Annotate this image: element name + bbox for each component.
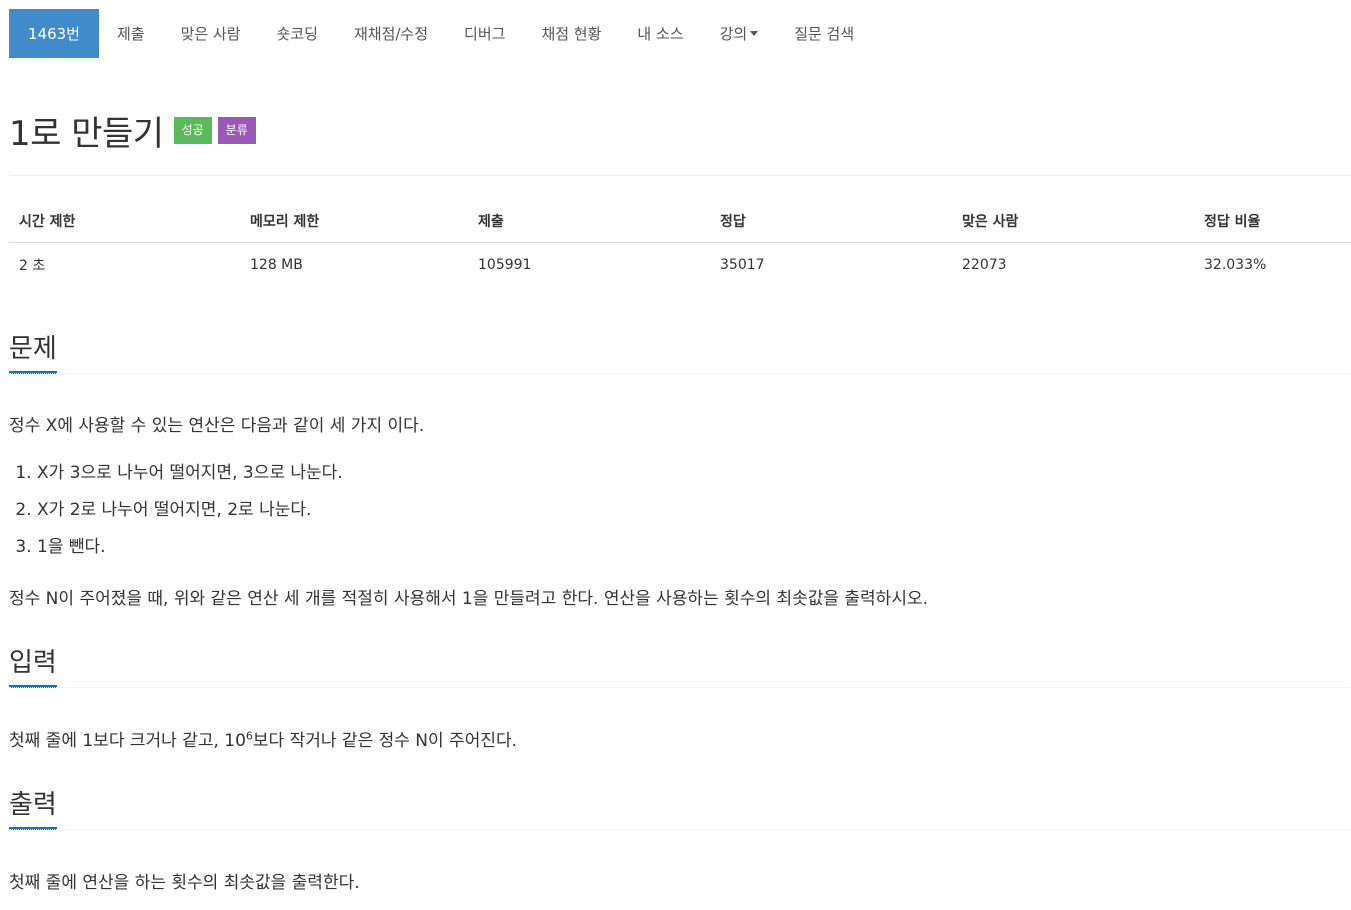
status-badge-success: 성공 — [173, 117, 212, 144]
problem-nav: 1463번 제출 맞은 사람 숏코딩 재채점/수정 디버그 채점 현황 내 소스… — [9, 9, 872, 58]
section-title-output: 출력 — [9, 784, 57, 830]
list-item: X가 3으로 나누어 떨어지면, 3으로 나눈다. — [37, 460, 343, 497]
tab-accepted-users[interactable]: 맞은 사람 — [163, 9, 259, 58]
header-submissions: 제출 — [468, 199, 710, 243]
caret-down-icon — [750, 31, 759, 36]
description-intro: 정수 X에 사용할 수 있는 연산은 다음과 같이 세 가지 이다. — [9, 416, 425, 436]
header-memory-limit: 메모리 제한 — [240, 199, 468, 243]
list-item: 1을 뺀다. — [37, 534, 343, 571]
value-ratio: 32.033% — [1204, 257, 1267, 273]
value-accepted: 35017 — [720, 257, 765, 273]
value-submissions: 105991 — [478, 257, 532, 273]
header-ratio: 정답 비율 — [1194, 199, 1351, 243]
tab-problem[interactable]: 1463번 — [9, 9, 99, 58]
section-output: 출력 — [9, 784, 1351, 830]
tab-debug[interactable]: 디버그 — [446, 9, 523, 58]
input-text-before: 첫째 줄에 1보다 크거나 같고, 10 — [9, 731, 246, 751]
tab-submit[interactable]: 제출 — [99, 9, 163, 58]
section-input: 입력 — [9, 642, 1351, 688]
section-description: 문제 — [9, 328, 1351, 374]
tab-short-coding[interactable]: 숏코딩 — [259, 9, 336, 58]
category-badge[interactable]: 분류 — [217, 117, 256, 144]
section-divider — [9, 829, 1351, 831]
header-accepted: 정답 — [710, 199, 952, 243]
divider — [9, 175, 1351, 176]
output-description: 첫째 줄에 연산을 하는 횟수의 최솟값을 출력한다. — [9, 873, 360, 893]
value-time-limit: 2 초 — [19, 258, 46, 274]
value-solvers: 22073 — [962, 257, 1007, 273]
section-title-input: 입력 — [9, 642, 57, 688]
input-exponent: 6 — [245, 729, 253, 743]
tab-question-search[interactable]: 질문 검색 — [776, 9, 872, 58]
table-header-row: 시간 제한 메모리 제한 제출 정답 맞은 사람 정답 비율 — [9, 199, 1351, 243]
tab-rejudge[interactable]: 재채점/수정 — [336, 9, 446, 58]
list-item: X가 2로 나누어 떨어지면, 2로 나눈다. — [37, 497, 343, 534]
value-memory-limit: 128 MB — [250, 257, 303, 273]
operation-list: X가 3으로 나누어 떨어지면, 3으로 나눈다. X가 2로 나누어 떨어지면… — [9, 460, 343, 571]
section-divider — [9, 373, 1351, 375]
tab-lecture-dropdown[interactable]: 강의 — [702, 9, 777, 58]
header-time-limit: 시간 제한 — [9, 199, 240, 243]
table-row: 2 초 128 MB 105991 35017 22073 32.033% — [9, 243, 1351, 288]
section-title-description: 문제 — [9, 328, 57, 374]
tab-status[interactable]: 채점 현황 — [523, 9, 619, 58]
header-solvers: 맞은 사람 — [952, 199, 1194, 243]
section-divider — [9, 687, 1351, 689]
problem-title-row: 1로 만들기 성공 분류 — [9, 106, 256, 155]
tab-lecture-label: 강의 — [719, 25, 748, 43]
input-text-after: 보다 작거나 같은 정수 N이 주어진다. — [252, 731, 518, 751]
problem-info-table: 시간 제한 메모리 제한 제출 정답 맞은 사람 정답 비율 2 초 128 M… — [9, 199, 1351, 287]
description-outro: 정수 N이 주어졌을 때, 위와 같은 연산 세 개를 적절히 사용해서 1을 … — [9, 589, 929, 609]
problem-title: 1로 만들기 — [9, 114, 164, 154]
tab-my-source[interactable]: 내 소스 — [619, 9, 701, 58]
input-description: 첫째 줄에 1보다 크거나 같고, 106보다 작거나 같은 정수 N이 주어진… — [9, 726, 517, 751]
